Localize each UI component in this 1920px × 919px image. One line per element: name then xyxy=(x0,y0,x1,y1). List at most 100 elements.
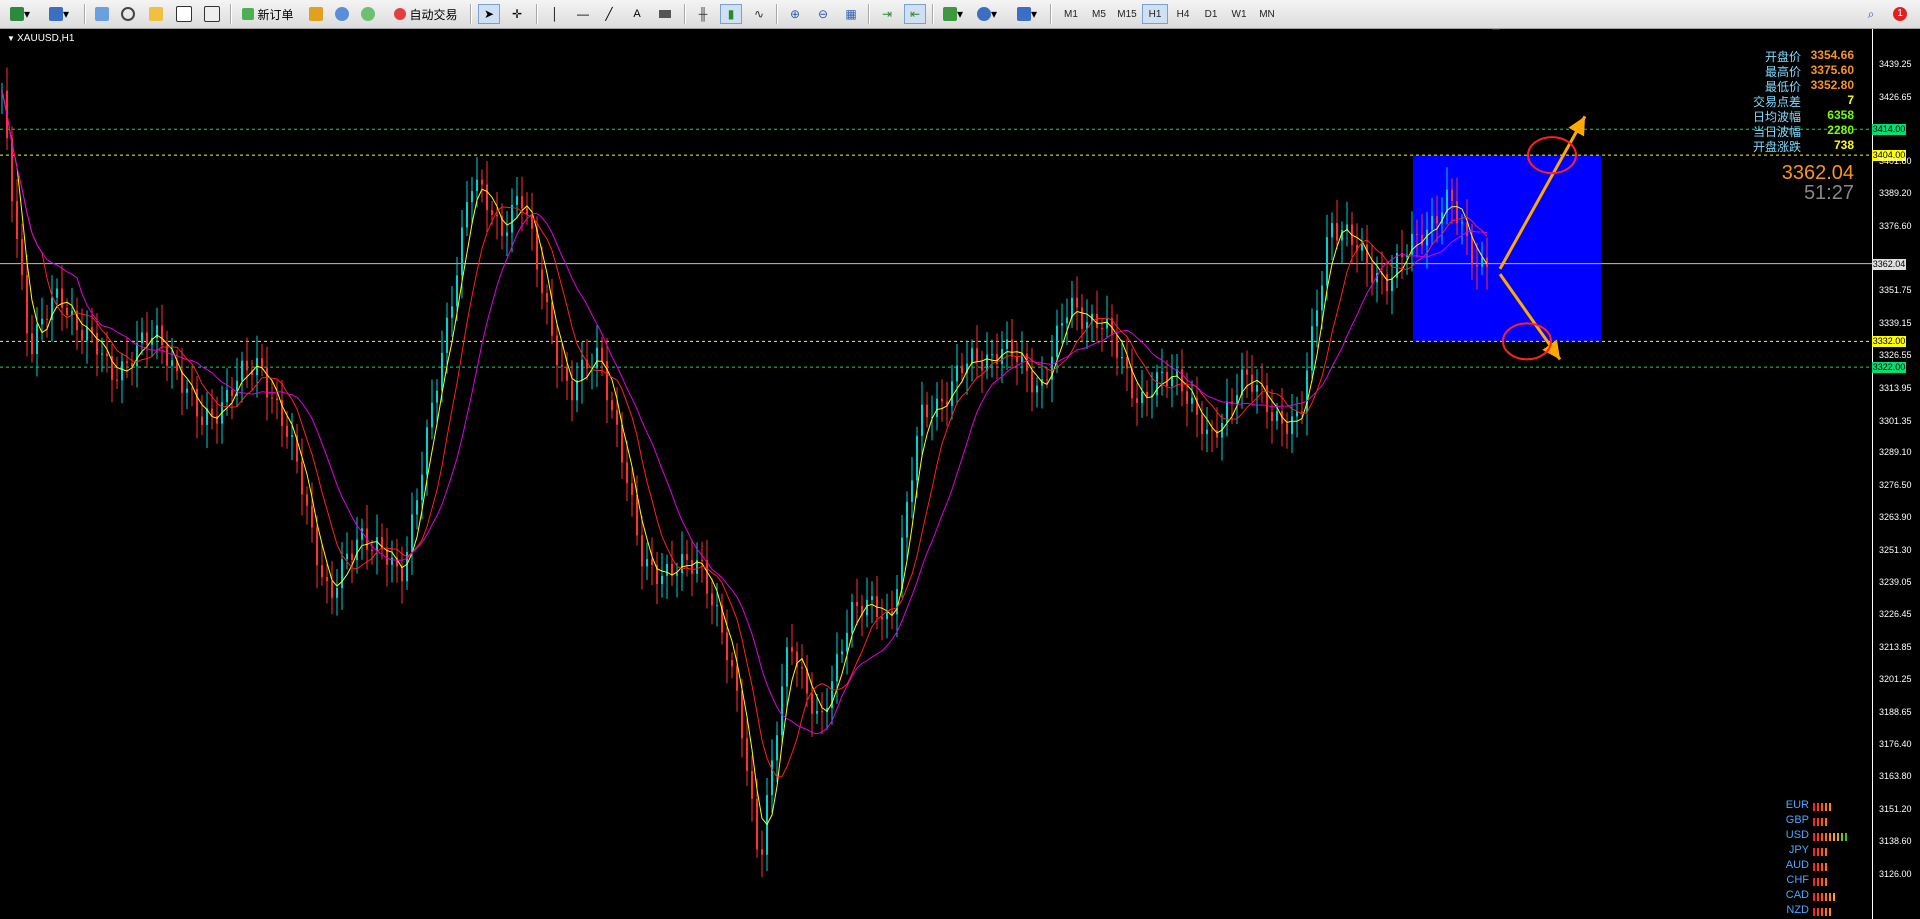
zoom-in-icon: ⊕ xyxy=(789,7,801,21)
candle-body xyxy=(1186,391,1188,404)
strength-bar xyxy=(1821,908,1823,916)
currency-name: GBP xyxy=(1785,814,1809,826)
candle-body xyxy=(606,361,608,401)
candle-body xyxy=(316,527,318,566)
crosshair-tool[interactable]: ✛ xyxy=(506,4,528,24)
strategy-tester-button[interactable] xyxy=(202,4,222,24)
auto-trading-icon xyxy=(394,8,407,20)
candle-body xyxy=(101,353,103,355)
candle-body xyxy=(1081,307,1083,329)
candle-body xyxy=(1256,385,1258,392)
trendline-tool[interactable]: ╱ xyxy=(598,4,620,24)
data-window-button[interactable] xyxy=(118,4,138,24)
search-button[interactable]: ⌕ xyxy=(1860,4,1882,24)
strength-bar xyxy=(1813,878,1815,886)
new-order-button[interactable]: 新订单 xyxy=(236,4,300,24)
currency-row: AUD xyxy=(1761,859,1871,874)
new-chart-button[interactable]: ▾ xyxy=(6,4,34,24)
market-button[interactable] xyxy=(358,4,378,24)
currency-name: NZD xyxy=(1786,904,1809,916)
candle-body xyxy=(841,651,843,655)
candle-body xyxy=(446,317,448,353)
zoom-in-button[interactable]: ⊕ xyxy=(784,4,806,24)
cursor-tool[interactable]: ➤ xyxy=(478,4,500,24)
candle-body xyxy=(371,549,373,552)
candle-body xyxy=(46,318,48,320)
candle-body xyxy=(276,398,278,401)
price-chart[interactable]: ▼ XAUUSD,H1 开盘价 3354.66 最高价 3375.60 最低价 3352.… xyxy=(0,29,1920,919)
text-tool[interactable]: A xyxy=(626,4,648,24)
periods-button[interactable]: ▾ xyxy=(972,4,1002,24)
tf-m15[interactable]: M15 xyxy=(1114,4,1140,24)
line-chart-button[interactable]: ∿ xyxy=(748,4,770,24)
terminal-button[interactable] xyxy=(174,4,194,24)
candle-body xyxy=(1116,335,1118,358)
label-tool[interactable] xyxy=(654,4,676,24)
profiles-button[interactable]: ▾ xyxy=(44,4,74,24)
tf-h4[interactable]: H4 xyxy=(1170,4,1196,24)
tf-d1[interactable]: D1 xyxy=(1198,4,1224,24)
navigator-button[interactable] xyxy=(146,4,166,24)
candle-body xyxy=(291,435,293,437)
candle-body xyxy=(691,559,693,574)
candle-body xyxy=(1451,189,1453,202)
signals-button[interactable] xyxy=(332,4,352,24)
crosshair-icon: ✛ xyxy=(511,7,523,21)
tf-h1[interactable]: H1 xyxy=(1142,4,1168,24)
globe-icon xyxy=(361,7,375,21)
candle-body xyxy=(641,535,643,567)
metaeditor-button[interactable] xyxy=(306,4,326,24)
strength-bar xyxy=(1817,893,1819,901)
candle-body xyxy=(481,179,483,185)
candle-body xyxy=(776,735,778,761)
strength-bar xyxy=(1845,833,1847,841)
price-axis-label: 3313.95 xyxy=(1879,382,1912,393)
candle-body xyxy=(1366,244,1368,264)
candle-body xyxy=(736,666,738,691)
chart-shift-button[interactable]: ⇤ xyxy=(904,4,926,24)
candle-body xyxy=(466,201,468,228)
candlestick-button[interactable]: ▮ xyxy=(720,4,742,24)
candle-body xyxy=(1031,371,1033,393)
symbol-triangle-icon: ▼ xyxy=(7,34,18,43)
auto-trading-label: 自动交易 xyxy=(409,7,458,22)
candle-body xyxy=(571,380,573,401)
tf-mn[interactable]: MN xyxy=(1254,4,1280,24)
tf-m5[interactable]: M5 xyxy=(1086,4,1112,24)
market-watch-button[interactable] xyxy=(92,4,112,24)
price-axis-label: 3251.30 xyxy=(1879,544,1912,555)
tile-windows-button[interactable]: ▦ xyxy=(840,4,862,24)
bar-chart-button[interactable]: ╫ xyxy=(692,4,714,24)
zoom-out-button[interactable]: ⊖ xyxy=(812,4,834,24)
tf-m1[interactable]: M1 xyxy=(1058,4,1084,24)
candle-body xyxy=(1276,411,1278,422)
candle-body xyxy=(1471,235,1473,265)
candle-body xyxy=(476,179,478,192)
candle-body xyxy=(491,210,493,215)
price-axis-label: 3326.55 xyxy=(1879,350,1912,361)
candle-body xyxy=(731,660,733,667)
candle-body xyxy=(1211,429,1213,431)
auto-scroll-button[interactable]: ⇥ xyxy=(876,4,898,24)
candle-body xyxy=(706,559,708,594)
candle-body xyxy=(351,553,353,561)
tf-w1[interactable]: W1 xyxy=(1226,4,1252,24)
strength-bar xyxy=(1817,818,1819,826)
auto-trading-button[interactable]: 自动交易 xyxy=(388,4,464,24)
price-axis-label: 3263.90 xyxy=(1879,512,1912,523)
candle-body xyxy=(976,348,978,362)
horizontal-line-tool[interactable]: — xyxy=(572,4,594,24)
price-axis-label: 3226.45 xyxy=(1879,609,1912,620)
candle-body xyxy=(756,798,758,850)
candle-body xyxy=(1201,414,1203,435)
price-axis-label: 3188.65 xyxy=(1879,706,1912,717)
vertical-line-tool[interactable]: │ xyxy=(544,4,566,24)
notifications-button[interactable]: 1 xyxy=(1888,4,1912,24)
indicators-button[interactable]: ▾ xyxy=(938,4,968,24)
strength-bar xyxy=(1821,848,1823,856)
candle-body xyxy=(421,474,423,501)
templates-button[interactable]: ▾ xyxy=(1010,4,1044,24)
currency-name: EUR xyxy=(1785,799,1809,811)
price-axis-label: 3138.60 xyxy=(1879,836,1912,847)
candle-body xyxy=(426,427,428,475)
